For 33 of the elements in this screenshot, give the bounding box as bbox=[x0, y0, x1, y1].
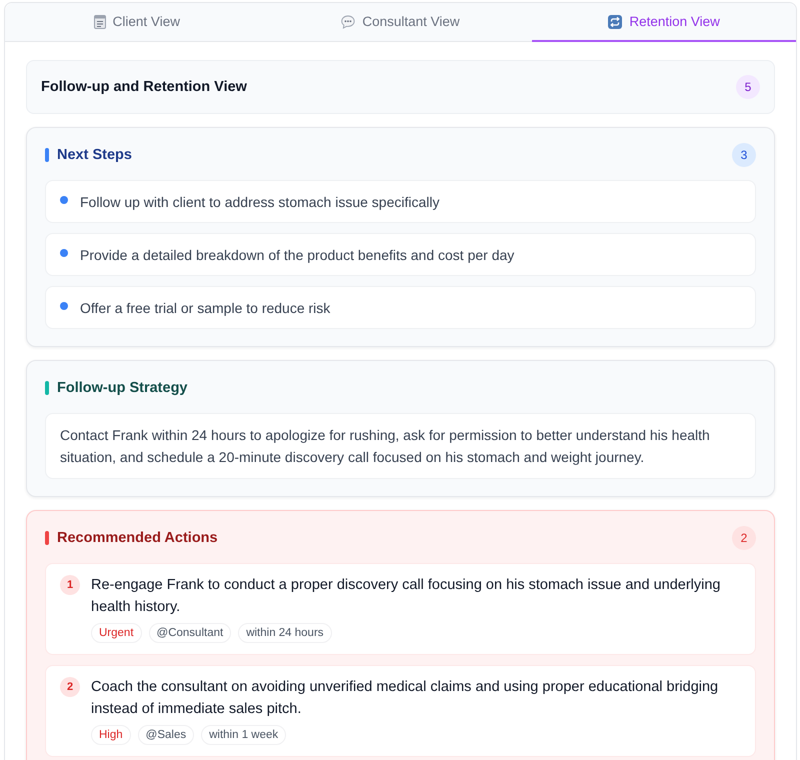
title-marker-icon bbox=[45, 531, 49, 545]
title-marker-icon bbox=[45, 381, 49, 395]
title-marker-icon bbox=[45, 148, 49, 162]
page-title: Follow-up and Retention View bbox=[41, 79, 247, 95]
tab[interactable]: Client View bbox=[5, 3, 269, 42]
timing-tag: within 24 hours bbox=[238, 623, 332, 643]
notepad-icon bbox=[94, 14, 106, 28]
action-text: Coach the consultant on avoiding unverified medical claims and using proper educational bridging instead of immediate sales pitch. bbox=[91, 678, 720, 719]
tab[interactable]: Consultant View bbox=[268, 3, 532, 42]
strategy-note: Contact Frank within 24 hours to apologize for rushing, ask for permission to better understand his health situation, and schedule a 20-minute discovery call focused on his stomach and weight journey. bbox=[45, 413, 756, 479]
action-text: Re-engage Frank to conduct a proper discovery call focusing on his stomach issue and underlying health history. bbox=[91, 576, 722, 617]
step-text: Offer a free trial or sample to reduce risk bbox=[80, 300, 330, 316]
step-text: Follow up with client to address stomach issue specifically bbox=[80, 194, 440, 210]
priority-tag: Urgent bbox=[91, 623, 142, 643]
section-title: Recommended Actions bbox=[57, 530, 218, 546]
tab[interactable]: Retention View bbox=[532, 3, 796, 42]
priority-tag: High bbox=[91, 725, 131, 745]
number-badge: 1 bbox=[60, 575, 80, 595]
owner-tag: @Consultant bbox=[148, 623, 232, 643]
bullet-icon bbox=[60, 196, 68, 204]
repeat-arrows-icon bbox=[608, 14, 622, 28]
speech-bubble-icon bbox=[341, 14, 356, 28]
count-badge: 3 bbox=[732, 143, 756, 167]
owner-tag: @Sales bbox=[138, 725, 194, 745]
bullet-icon bbox=[60, 248, 68, 256]
section-title: Follow-up Strategy bbox=[57, 380, 188, 396]
count-badge: 5 bbox=[736, 75, 760, 99]
number-badge: 2 bbox=[60, 677, 80, 697]
step-text: Provide a detailed breakdown of the product benefits and cost per day bbox=[80, 246, 514, 262]
section-title: Next Steps bbox=[57, 147, 132, 163]
timing-tag: within 1 week bbox=[201, 725, 286, 745]
count-badge: 2 bbox=[732, 526, 756, 550]
bullet-icon bbox=[60, 302, 68, 310]
